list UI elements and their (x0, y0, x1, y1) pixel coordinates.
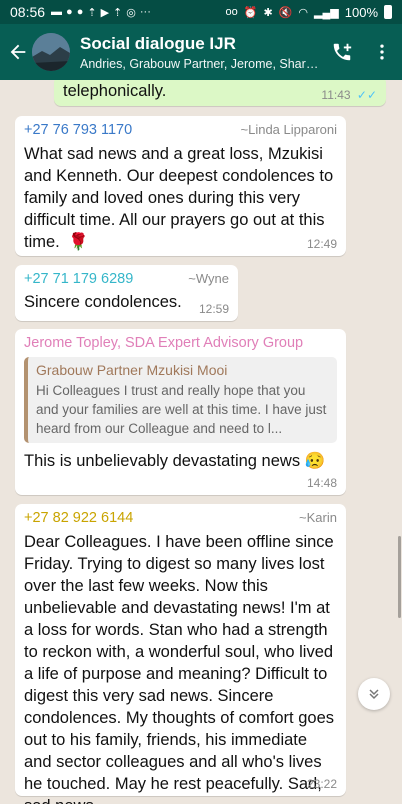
message-text: telephonically. (63, 82, 167, 100)
scroll-to-bottom-button[interactable] (358, 678, 390, 710)
sender-phone[interactable]: +27 76 793 1170 (24, 122, 132, 138)
youtube-icon: ▶ (100, 6, 110, 19)
chat-participants: Andries, Grabouw Partner, Jerome, Sharro… (80, 56, 322, 71)
sender-alias: ~Linda Lipparoni (240, 122, 338, 137)
status-bar: 08:56 ▬ ● ● ⇡ ▶ ⇡ ◎ ··· oo ⏰ ✱ 🔇 ◠ ▂▄▆ 1… (0, 0, 402, 24)
signal-icon: ▂▄▆ (314, 6, 339, 19)
chat-header: Social dialogue IJR Andries, Grabouw Par… (0, 24, 402, 80)
mute-icon: 🔇 (278, 6, 293, 19)
message-text: Dear Colleagues. I have been offline sin… (24, 533, 335, 804)
battery-icon (384, 5, 392, 19)
quoted-message[interactable]: Grabouw Partner Mzukisi Mooi Hi Colleagu… (24, 357, 337, 443)
sender-alias: ~Karin (299, 510, 337, 525)
chat-area[interactable]: telephonically. 11:43 ✓✓ +27 76 793 1170… (0, 80, 402, 804)
voicemail-icon: oo (225, 6, 238, 18)
message-bubble[interactable]: +27 76 793 1170 ~Linda Lipparoni What sa… (15, 116, 346, 256)
sender-phone[interactable]: +27 82 922 6144 (24, 510, 133, 526)
sad-face-emoji: 😥 (304, 452, 326, 470)
double-chevron-down-icon (369, 689, 379, 700)
sender-name[interactable]: Jerome Topley, SDA Expert Advisory Group (24, 335, 303, 351)
message-text: Sincere condolences. (24, 293, 182, 311)
alarm-icon: ⏰ (243, 6, 258, 19)
message-bubble[interactable]: telephonically. 11:43 ✓✓ (54, 80, 386, 106)
rose-emoji: 🌹 (68, 233, 89, 251)
status-time: 08:56 (10, 4, 46, 20)
back-button[interactable] (4, 41, 32, 63)
message-text: This is unbelievably devastating news (24, 452, 301, 470)
message-time: 11:43 (321, 88, 351, 102)
read-receipt-icon: ✓✓ (356, 88, 377, 102)
message-time: 23:22 (306, 777, 337, 791)
message-bubble[interactable]: +27 71 179 6289 ~Wyne Sincere condolence… (15, 265, 238, 321)
upload-icon: ⇡ (113, 6, 123, 19)
add-call-button[interactable] (322, 41, 362, 63)
menu-button[interactable] (362, 42, 402, 62)
message-time: 12:59 (198, 302, 229, 316)
message-time: 12:49 (306, 237, 337, 251)
upload-icon: ⇡ (87, 6, 97, 19)
quoted-sender: Grabouw Partner Mzukisi Mooi (36, 362, 228, 378)
bluetooth-icon: ✱ (263, 6, 273, 19)
more-dots-icon: ··· (139, 5, 151, 18)
facebook-icon: ● (66, 5, 73, 18)
facebook-icon: ● (76, 5, 84, 18)
add-call-icon (333, 43, 352, 61)
battery-level: 100% (344, 4, 378, 20)
message-time: 14:48 (306, 476, 337, 490)
chat-title: Social dialogue IJR (80, 33, 236, 53)
message-bubble[interactable]: +27 82 922 6144 ~Karin Dear Colleagues. … (15, 504, 346, 804)
notification-icons: ▬ ● ● ⇡ ▶ ⇡ ◎ ··· (51, 6, 151, 19)
chat-title-block[interactable]: Social dialogue IJR Andries, Grabouw Par… (80, 34, 322, 71)
avatar-image (32, 33, 70, 71)
arrow-left-icon (10, 44, 26, 60)
message-icon: ▬ (51, 5, 63, 18)
message-bubble[interactable]: Jerome Topley, SDA Expert Advisory Group… (15, 329, 346, 495)
quoted-text: Hi Colleagues I trust and really hope th… (36, 383, 327, 436)
instagram-icon: ◎ (126, 6, 136, 19)
scrollbar[interactable] (398, 536, 401, 618)
sender-phone[interactable]: +27 71 179 6289 (24, 271, 133, 287)
wifi-icon: ◠ (298, 6, 309, 19)
group-avatar[interactable] (32, 33, 70, 71)
sender-alias: ~Wyne (188, 271, 229, 286)
more-vertical-icon (380, 44, 384, 60)
message-time-group: 11:43 ✓✓ (321, 88, 377, 102)
